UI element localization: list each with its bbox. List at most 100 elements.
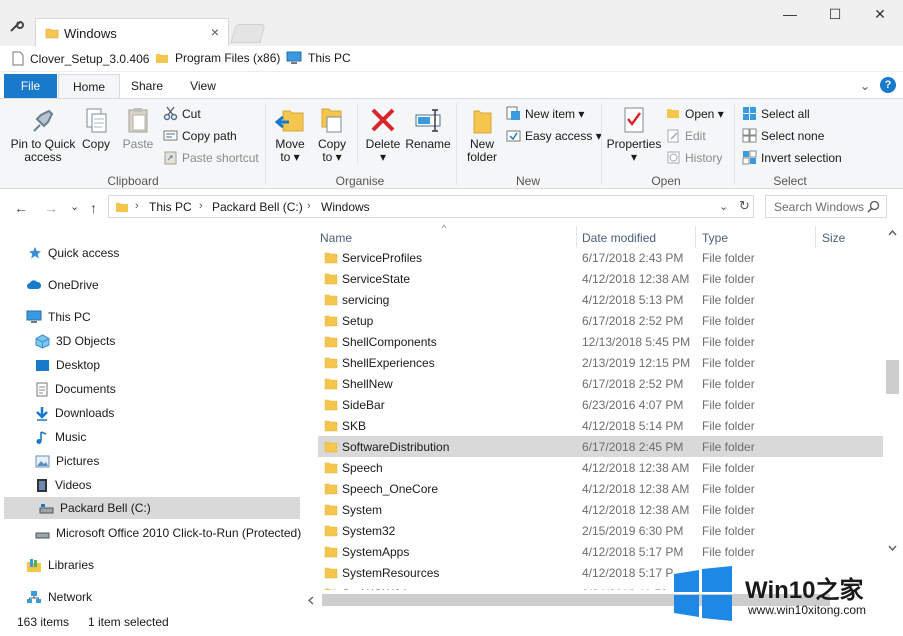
breadcrumb-packard-bell[interactable]: Packard Bell (C:) (212, 200, 303, 214)
column-header-type[interactable]: Type (702, 231, 728, 245)
folder-icon (324, 378, 338, 390)
file-row[interactable]: servicing 4/12/2018 5:13 PM File folder (318, 289, 883, 310)
address-bar[interactable]: › This PC › Packard Bell (C:) › Windows … (108, 195, 754, 218)
invert-selection-button[interactable]: Invert selection (742, 150, 842, 165)
tab-view[interactable]: View (182, 74, 224, 98)
file-row[interactable]: SKB 4/12/2018 5:14 PM File folder (318, 415, 883, 436)
rename-button[interactable]: Rename (405, 105, 451, 151)
nav-item-music[interactable]: Music (0, 426, 300, 448)
file-row[interactable]: Setup 6/17/2018 2:52 PM File folder (318, 310, 883, 331)
paste-shortcut-button[interactable]: Paste shortcut (163, 150, 259, 165)
file-row[interactable]: ShellNew 6/17/2018 2:52 PM File folder (318, 373, 883, 394)
refresh-icon[interactable]: ↻ (739, 198, 750, 214)
qa-item-program-files[interactable]: Program Files (x86) (155, 51, 280, 65)
nav-item-this-pc[interactable]: This PC (0, 306, 300, 328)
scroll-down-icon[interactable] (888, 545, 897, 551)
up-button[interactable]: ↑ (90, 200, 97, 216)
paste-button[interactable]: Paste (120, 105, 156, 151)
back-button[interactable]: ← (14, 200, 28, 216)
collapse-ribbon-icon[interactable]: ⌄ (860, 79, 870, 93)
file-row[interactable]: SideBar 6/23/2016 4:07 PM File folder (318, 394, 883, 415)
column-divider[interactable] (815, 226, 816, 248)
delete-button[interactable]: Delete ▾ (363, 105, 403, 164)
column-divider[interactable] (576, 226, 577, 248)
copy-icon (86, 108, 107, 133)
scroll-left-icon[interactable] (308, 596, 314, 605)
qa-item-label: This PC (308, 51, 351, 65)
nav-item-label: This PC (48, 310, 91, 324)
nav-item-documents[interactable]: Documents (0, 378, 300, 400)
file-row[interactable]: System32 2/15/2019 6:30 PM File folder (318, 520, 883, 541)
nav-item-downloads[interactable]: Downloads (0, 402, 300, 424)
qa-item-clover-setup[interactable]: Clover_Setup_3.0.406 (12, 51, 149, 66)
folder-icon (324, 399, 338, 411)
copy-to-button[interactable]: Copy to ▾ (314, 105, 350, 164)
move-to-button[interactable]: Move to ▾ (272, 105, 308, 164)
select-all-label: Select all (761, 106, 810, 121)
address-dropdown-icon[interactable]: ⌄ (719, 200, 728, 213)
easy-access-button[interactable]: Easy access ▾ (506, 128, 602, 143)
nav-item-quick-access[interactable]: Quick access (0, 242, 300, 264)
file-row[interactable]: Speech_OneCore 4/12/2018 12:38 AM File f… (318, 478, 883, 499)
column-header-size[interactable]: Size (822, 231, 845, 245)
file-row[interactable]: ServiceProfiles 6/17/2018 2:43 PM File f… (318, 247, 883, 268)
select-all-button[interactable]: Select all (742, 106, 810, 121)
recent-locations-button[interactable]: ⌄ (70, 200, 79, 213)
new-tab-button[interactable] (230, 24, 266, 43)
close-button[interactable]: ✕ (866, 6, 894, 26)
file-row[interactable]: System 4/12/2018 12:38 AM File folder (318, 499, 883, 520)
file-row[interactable]: Speech 4/12/2018 12:38 AM File folder (318, 457, 883, 478)
column-header-date-modified[interactable]: Date modified (582, 231, 656, 245)
vertical-scrollbar[interactable] (883, 224, 903, 590)
new-folder-button[interactable]: New folder (462, 105, 502, 164)
nav-item-desktop[interactable]: Desktop (0, 354, 300, 376)
vertical-scroll-thumb[interactable] (886, 360, 899, 394)
tab-close-icon[interactable]: × (211, 24, 219, 40)
nav-item-videos[interactable]: Videos (0, 474, 300, 496)
nav-item-packard-bell[interactable]: Packard Bell (C:) (4, 497, 300, 519)
tab-home[interactable]: Home (58, 74, 120, 98)
nav-item-network[interactable]: Network (0, 586, 300, 608)
copy-button[interactable]: Copy (78, 105, 114, 151)
history-label: History (685, 150, 723, 165)
file-row[interactable]: ShellComponents 12/13/2018 5:45 PM File … (318, 331, 883, 352)
nav-item-3d-objects[interactable]: 3D Objects (0, 330, 300, 352)
scroll-up-icon[interactable] (888, 230, 897, 236)
nav-item-pictures[interactable]: Pictures (0, 450, 300, 472)
nav-item-office-click-to-run[interactable]: Microsoft Office 2010 Click-to-Run (Prot… (0, 522, 301, 544)
pin-to-quick-access-button[interactable]: Pin to Quick access (8, 105, 78, 164)
wrench-icon[interactable] (8, 18, 24, 34)
properties-button[interactable]: Properties ▾ (606, 105, 662, 164)
file-row[interactable]: ServiceState 4/12/2018 12:38 AM File fol… (318, 268, 883, 289)
column-divider[interactable] (695, 226, 696, 248)
file-row[interactable]: SystemApps 4/12/2018 5:17 PM File folder (318, 541, 883, 562)
nav-item-onedrive[interactable]: OneDrive (0, 274, 300, 296)
window-tab[interactable]: Windows × (35, 18, 229, 46)
cut-button[interactable]: Cut (163, 106, 201, 121)
tab-file[interactable]: File (4, 74, 57, 98)
help-icon[interactable]: ? (880, 77, 896, 93)
copy-path-button[interactable]: Copy path (163, 128, 237, 143)
tab-share[interactable]: Share (126, 74, 168, 98)
file-row[interactable]: ShellExperiences 2/13/2019 12:15 PM File… (318, 352, 883, 373)
maximize-button[interactable]: ☐ (821, 6, 849, 26)
file-row[interactable]: SoftwareDistribution 6/17/2018 2:45 PM F… (318, 436, 883, 457)
new-item-button[interactable]: New item ▾ (506, 106, 584, 121)
qa-item-this-pc[interactable]: This PC (286, 51, 351, 65)
history-button[interactable]: History (666, 150, 722, 165)
minimize-button[interactable]: — (776, 6, 804, 26)
forward-button[interactable]: → (44, 200, 58, 216)
breadcrumb-windows[interactable]: Windows (321, 200, 370, 214)
nav-item-libraries[interactable]: Libraries (0, 554, 300, 576)
file-name: ServiceState (342, 272, 411, 286)
cube-icon (35, 333, 50, 349)
breadcrumb-this-pc[interactable]: This PC (149, 200, 192, 214)
open-button[interactable]: Open ▾ (666, 106, 724, 121)
quick-access-bar: Clover_Setup_3.0.406 Program Files (x86)… (0, 46, 903, 72)
invert-selection-icon (742, 150, 757, 165)
search-box[interactable]: Search Windows (765, 195, 887, 218)
select-none-button[interactable]: Select none (742, 128, 824, 143)
edit-button[interactable]: Edit (666, 128, 706, 143)
column-header-name[interactable]: Name (320, 231, 352, 245)
folder-icon (324, 273, 338, 285)
